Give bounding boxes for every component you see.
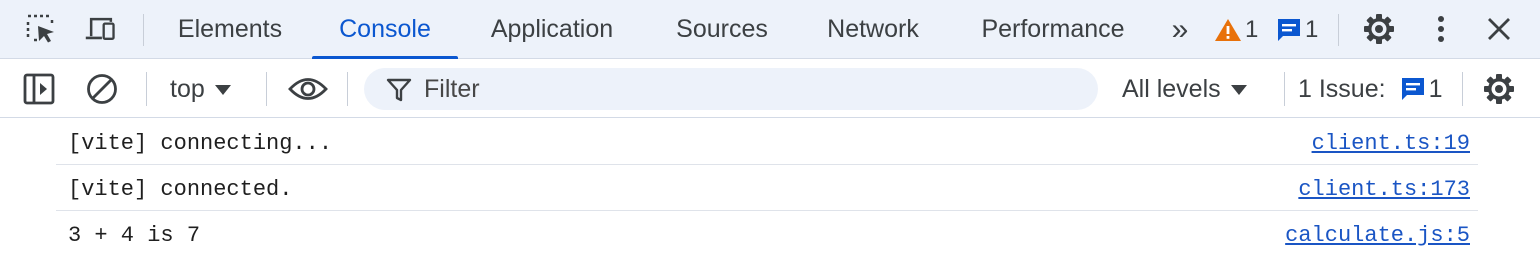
message-text: 3 + 4 is 7 bbox=[68, 223, 201, 248]
divider bbox=[1462, 72, 1463, 106]
tab-performance[interactable]: Performance bbox=[958, 0, 1148, 59]
tab-label: Application bbox=[490, 15, 614, 43]
caret-down-icon bbox=[214, 85, 231, 95]
divider bbox=[146, 72, 147, 106]
message-text: [vite] connected. bbox=[68, 177, 293, 202]
context-selector[interactable]: top bbox=[170, 68, 231, 110]
tab-sources[interactable]: Sources bbox=[656, 0, 788, 59]
devtools-tabbar: Elements Console Application Sources Net… bbox=[0, 0, 1540, 59]
filter-icon bbox=[386, 78, 412, 102]
more-tabs-button[interactable]: » bbox=[1160, 0, 1200, 59]
source-link[interactable]: client.ts:19 bbox=[1312, 131, 1470, 156]
divider bbox=[1284, 72, 1285, 106]
divider bbox=[143, 14, 144, 46]
warnings-count: 1 bbox=[1245, 16, 1259, 43]
tab-label: Network bbox=[827, 15, 919, 43]
tab-label: Performance bbox=[981, 15, 1125, 43]
close-icon[interactable] bbox=[1482, 12, 1516, 46]
issues-label: 1 Issue: bbox=[1298, 74, 1386, 103]
message-text: [vite] connecting... bbox=[68, 131, 333, 156]
message-icon bbox=[1401, 78, 1424, 100]
source-link[interactable]: client.ts:173 bbox=[1298, 177, 1470, 202]
tab-label: Sources bbox=[676, 15, 768, 43]
console-message: 3 + 4 is 7 calculate.js:5 bbox=[56, 211, 1478, 257]
inspect-element-icon[interactable] bbox=[24, 12, 58, 46]
eye-icon[interactable] bbox=[288, 72, 328, 106]
sidebar-toggle-icon[interactable] bbox=[22, 72, 56, 106]
tab-label: Console bbox=[339, 15, 431, 43]
issues-counter: 1 bbox=[1400, 74, 1443, 104]
log-levels-label: All levels bbox=[1122, 74, 1221, 103]
issues-count: 1 bbox=[1428, 74, 1443, 103]
warning-icon bbox=[1215, 19, 1241, 41]
tab-console[interactable]: Console bbox=[312, 0, 458, 59]
divider bbox=[266, 72, 267, 106]
settings-icon[interactable] bbox=[1362, 12, 1396, 46]
device-toolbar-icon[interactable] bbox=[84, 12, 118, 46]
messages-counter[interactable]: 1 bbox=[1276, 14, 1318, 46]
more-options-icon[interactable] bbox=[1424, 12, 1458, 46]
filter-input[interactable] bbox=[424, 72, 1064, 106]
filter-box bbox=[364, 68, 1098, 110]
messages-count: 1 bbox=[1305, 16, 1319, 43]
log-levels-dropdown[interactable]: All levels bbox=[1122, 68, 1247, 110]
source-link[interactable]: calculate.js:5 bbox=[1285, 223, 1470, 248]
chevron-double-right-icon: » bbox=[1171, 12, 1189, 46]
console-toolbar: top All levels 1 Issue: 1 bbox=[0, 60, 1540, 118]
clear-console-icon[interactable] bbox=[85, 72, 119, 106]
warnings-counter[interactable]: 1 bbox=[1214, 14, 1258, 46]
tab-application[interactable]: Application bbox=[468, 0, 636, 59]
tab-network[interactable]: Network bbox=[806, 0, 940, 59]
tab-label: Elements bbox=[177, 15, 283, 43]
console-message: [vite] connecting... client.ts:19 bbox=[56, 119, 1478, 165]
divider bbox=[347, 72, 348, 106]
message-icon bbox=[1278, 19, 1300, 41]
divider bbox=[1338, 14, 1339, 46]
context-label: top bbox=[170, 74, 205, 103]
caret-down-icon bbox=[1230, 85, 1247, 95]
console-settings-icon[interactable] bbox=[1482, 72, 1516, 106]
console-message: [vite] connected. client.ts:173 bbox=[56, 165, 1478, 211]
issues-button[interactable]: 1 Issue: 1 bbox=[1298, 68, 1442, 110]
tab-elements[interactable]: Elements bbox=[160, 0, 300, 59]
